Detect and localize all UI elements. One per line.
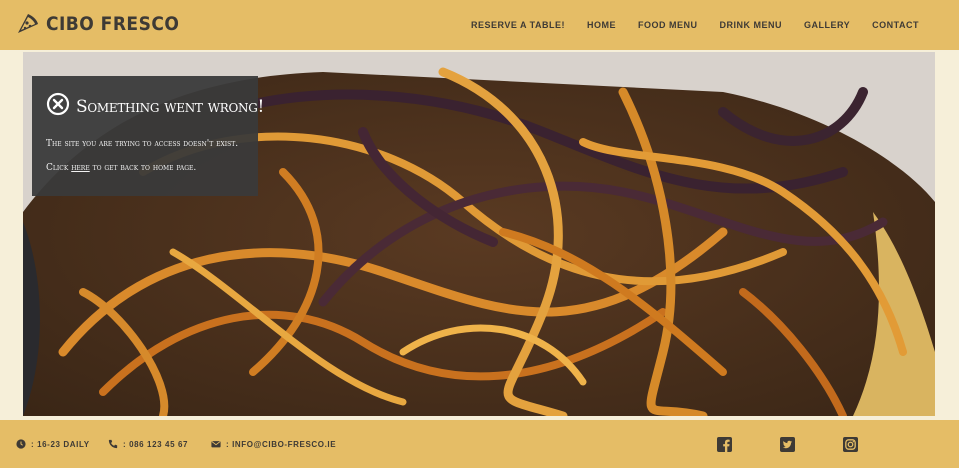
instagram-icon[interactable] — [843, 437, 858, 452]
twitter-icon[interactable] — [780, 437, 795, 452]
phone-icon — [108, 439, 118, 449]
envelope-icon — [211, 439, 221, 449]
nav-food-menu[interactable]: Food Menu — [638, 20, 698, 30]
email-address-text: : info@cibo-fresco.ie — [226, 439, 337, 449]
brand-logo-link[interactable]: Cibo Fresco — [16, 12, 194, 36]
nav-gallery[interactable]: Gallery — [804, 20, 850, 30]
opening-hours: : 16-23 Daily — [16, 439, 90, 449]
opening-hours-text: : 16-23 Daily — [31, 439, 90, 449]
error-message: The site you are trying to access doesn'… — [46, 139, 239, 149]
error-panel: Something went wrong! The site you are t… — [32, 76, 264, 196]
nav-drink-menu[interactable]: Drink Menu — [720, 20, 783, 30]
error-heading: Something went wrong! — [46, 92, 264, 121]
nav-contact[interactable]: Contact — [872, 20, 919, 30]
error-link-prefix: Click — [46, 163, 72, 173]
phone-number[interactable]: : 086 123 45 67 — [108, 439, 188, 449]
circle-x-icon — [46, 92, 70, 121]
email-address[interactable]: : info@cibo-fresco.ie — [211, 439, 336, 449]
site-footer: : 16-23 Daily : 086 123 45 67 : info@cib… — [0, 420, 959, 468]
error-link-suffix: to get back to home page. — [89, 163, 197, 173]
site-header: Cibo Fresco Reserve a table! Home Food M… — [0, 0, 959, 50]
facebook-icon[interactable] — [717, 437, 732, 452]
phone-number-text: : 086 123 45 67 — [123, 439, 189, 449]
error-home-hint: Click here to get back to home page. — [46, 163, 244, 173]
nav-reserve-table[interactable]: Reserve a table! — [471, 20, 565, 30]
pizza-slice-icon — [16, 12, 40, 36]
brand-name: Cibo Fresco — [46, 13, 180, 35]
home-page-link[interactable]: here — [71, 163, 90, 173]
clock-icon — [16, 439, 26, 449]
error-title-text: Something went wrong! — [76, 96, 265, 117]
main-nav: Reserve a table! Home Food Menu Drink Me… — [449, 0, 919, 50]
nav-home[interactable]: Home — [587, 20, 616, 30]
